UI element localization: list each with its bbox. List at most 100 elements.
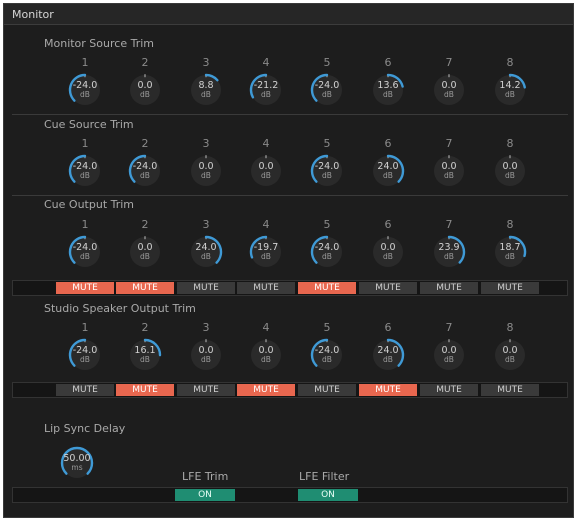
channel-number-1: 1 [81, 321, 89, 334]
channel-number-1: 1 [81, 218, 89, 231]
trim-knob-6[interactable]: 24.0 dB [370, 153, 406, 189]
trim-knob-4[interactable]: 0.0 dB [248, 153, 284, 189]
channel-number-2: 2 [141, 56, 149, 69]
trim-knob-8[interactable]: 14.2 dB [492, 72, 528, 108]
trim-unit: dB [505, 355, 515, 364]
trim-knob-4[interactable]: -19.7 dB [248, 234, 284, 270]
trim-unit: dB [383, 355, 393, 364]
channel-number-3: 3 [202, 137, 210, 150]
mute-button-5[interactable]: MUTE [298, 282, 356, 294]
divider [12, 195, 568, 196]
trim-knob-1[interactable]: -24.0 dB [67, 234, 103, 270]
mute-button-2[interactable]: MUTE [116, 282, 174, 294]
trim-knob-5[interactable]: -24.0 dB [309, 153, 345, 189]
channel-number-7: 7 [445, 321, 453, 334]
trim-knob-8[interactable]: 0.0 dB [492, 337, 528, 373]
trim-unit: dB [140, 355, 150, 364]
channel-number-3: 3 [202, 321, 210, 334]
trim-unit: dB [261, 171, 271, 180]
trim-unit: dB [505, 171, 515, 180]
channel-number-4: 4 [262, 321, 270, 334]
trim-knob-5[interactable]: -24.0 dB [309, 234, 345, 270]
cue-output-trim-title: Cue Output Trim [44, 198, 135, 211]
trim-unit: dB [322, 90, 332, 99]
mute-button-1[interactable]: MUTE [56, 282, 114, 294]
mute-button-3[interactable]: MUTE [177, 282, 235, 294]
trim-knob-4[interactable]: 0.0 dB [248, 337, 284, 373]
channel-number-8: 8 [506, 321, 514, 334]
channel-number-4: 4 [262, 137, 270, 150]
trim-knob-2[interactable]: 0.0 dB [127, 234, 163, 270]
mute-button-2[interactable]: MUTE [116, 384, 174, 396]
trim-unit: dB [140, 90, 150, 99]
trim-unit: dB [140, 252, 150, 261]
trim-knob-7[interactable]: 0.0 dB [431, 337, 467, 373]
mute-button-4[interactable]: MUTE [237, 282, 295, 294]
channel-number-6: 6 [384, 56, 392, 69]
trim-knob-6[interactable]: 24.0 dB [370, 337, 406, 373]
trim-unit: dB [383, 252, 393, 261]
trim-knob-5[interactable]: -24.0 dB [309, 72, 345, 108]
trim-knob-1[interactable]: -24.0 dB [67, 337, 103, 373]
panel-title: Monitor [4, 4, 573, 25]
trim-knob-2[interactable]: 0.0 dB [127, 72, 163, 108]
lip-sync-delay-unit: ms [71, 463, 83, 472]
trim-knob-6[interactable]: 13.6 dB [370, 72, 406, 108]
mute-button-7[interactable]: MUTE [420, 384, 478, 396]
monitor-panel: Monitor Monitor Source Trim 1 -24.0 dB 2 0… [3, 3, 574, 518]
trim-knob-2[interactable]: 16.1 dB [127, 337, 163, 373]
trim-knob-7[interactable]: 0.0 dB [431, 72, 467, 108]
trim-knob-3[interactable]: 24.0 dB [188, 234, 224, 270]
trim-knob-8[interactable]: 0.0 dB [492, 153, 528, 189]
trim-unit: dB [201, 171, 211, 180]
trim-knob-3[interactable]: 8.8 dB [188, 72, 224, 108]
trim-unit: dB [505, 90, 515, 99]
trim-unit: dB [322, 252, 332, 261]
mute-button-5[interactable]: MUTE [298, 384, 356, 396]
channel-number-8: 8 [506, 56, 514, 69]
channel-number-2: 2 [141, 218, 149, 231]
mute-button-6[interactable]: MUTE [359, 282, 417, 294]
mute-button-8[interactable]: MUTE [481, 384, 539, 396]
channel-number-2: 2 [141, 137, 149, 150]
trim-knob-4[interactable]: -21.2 dB [248, 72, 284, 108]
lfe-bar: ON ON [12, 487, 568, 503]
lfe-trim-label: LFE Trim [182, 470, 229, 483]
studio-speaker-output-trim-title: Studio Speaker Output Trim [44, 302, 196, 315]
mute-button-1[interactable]: MUTE [56, 384, 114, 396]
trim-unit: dB [444, 90, 454, 99]
trim-knob-1[interactable]: -24.0 dB [67, 72, 103, 108]
trim-knob-6[interactable]: 0.0 dB [370, 234, 406, 270]
mute-button-4[interactable]: MUTE [237, 384, 295, 396]
channel-number-6: 6 [384, 321, 392, 334]
trim-knob-5[interactable]: -24.0 dB [309, 337, 345, 373]
lfe-filter-on-button[interactable]: ON [298, 489, 358, 501]
trim-knob-3[interactable]: 0.0 dB [188, 337, 224, 373]
divider [12, 114, 568, 115]
trim-unit: dB [80, 90, 90, 99]
trim-knob-2[interactable]: -24.0 dB [127, 153, 163, 189]
trim-unit: dB [261, 252, 271, 261]
trim-unit: dB [444, 171, 454, 180]
trim-unit: dB [383, 90, 393, 99]
trim-unit: dB [201, 355, 211, 364]
mute-button-8[interactable]: MUTE [481, 282, 539, 294]
trim-knob-3[interactable]: 0.0 dB [188, 153, 224, 189]
lfe-trim-on-button[interactable]: ON [175, 489, 235, 501]
channel-number-8: 8 [506, 218, 514, 231]
mute-button-3[interactable]: MUTE [177, 384, 235, 396]
channel-number-3: 3 [202, 56, 210, 69]
lip-sync-delay-knob[interactable]: 50.00 ms [59, 445, 95, 481]
trim-knob-1[interactable]: -24.0 dB [67, 153, 103, 189]
trim-knob-7[interactable]: 23.9 dB [431, 234, 467, 270]
trim-unit: dB [322, 355, 332, 364]
mute-button-7[interactable]: MUTE [420, 282, 478, 294]
trim-knob-8[interactable]: 18.7 dB [492, 234, 528, 270]
channel-number-4: 4 [262, 218, 270, 231]
channel-number-5: 5 [323, 218, 331, 231]
trim-knob-7[interactable]: 0.0 dB [431, 153, 467, 189]
trim-unit: dB [261, 90, 271, 99]
channel-number-1: 1 [81, 56, 89, 69]
trim-unit: dB [80, 355, 90, 364]
mute-button-6[interactable]: MUTE [359, 384, 417, 396]
